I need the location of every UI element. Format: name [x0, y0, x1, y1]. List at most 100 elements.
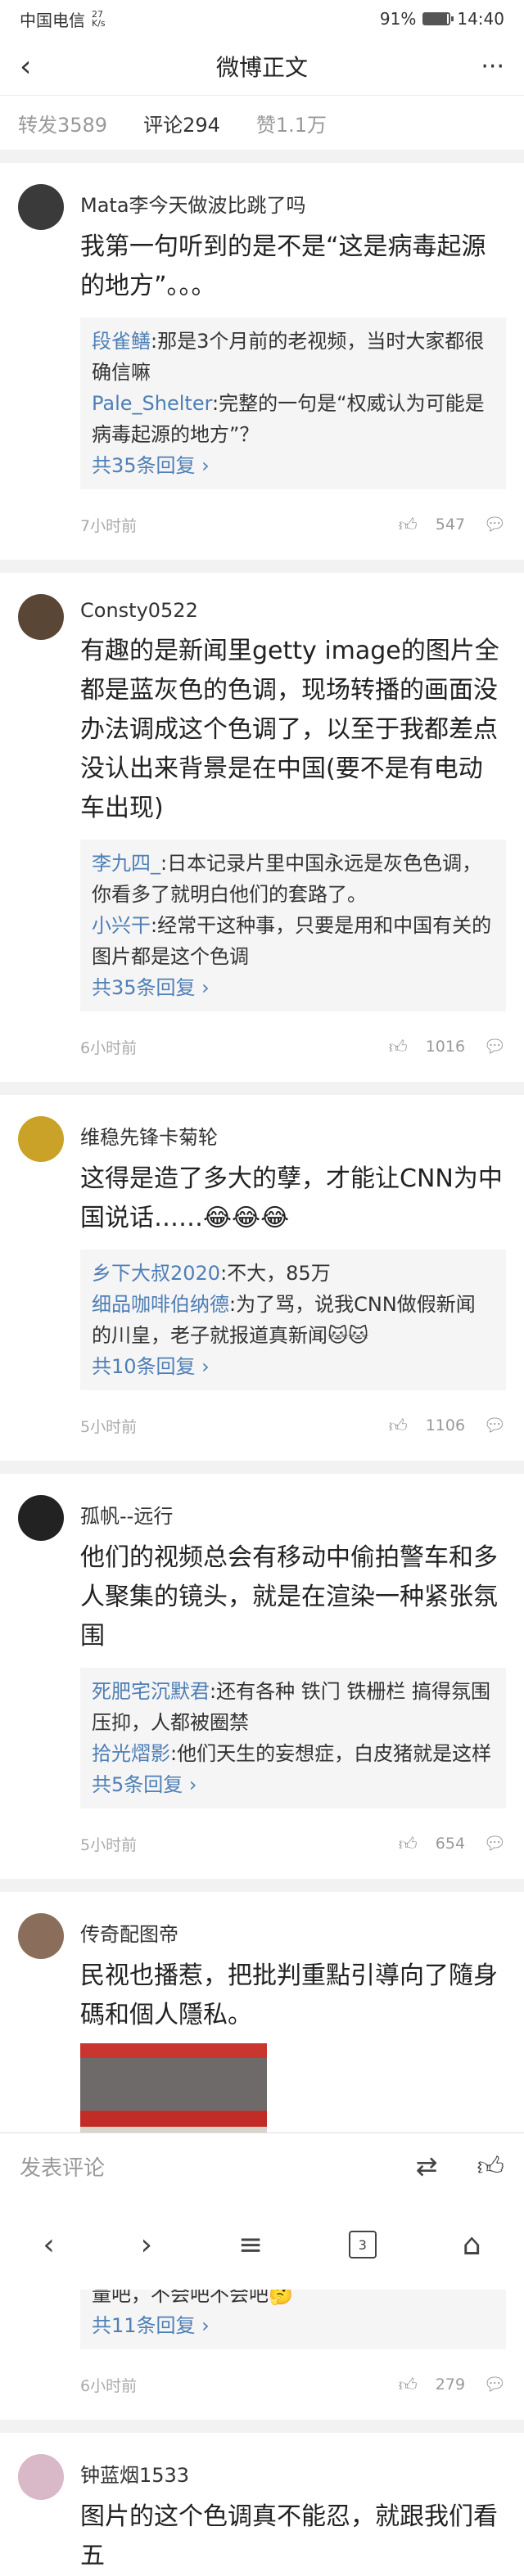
comment-time: 7小时前 — [80, 516, 138, 535]
comment-username[interactable]: Consty0522 — [80, 599, 506, 622]
tab-reposts[interactable]: 转发3589 — [18, 109, 107, 137]
reply-text: :他们天生的妄想症，白皮猪就是这样 — [170, 1742, 492, 1765]
more-replies-link[interactable]: 共35条回复 › — [92, 972, 495, 1003]
comment-footer: 7小时前 👍︎ 547 💬︎ — [80, 489, 506, 560]
reply-user[interactable]: 细品咖啡伯纳德 — [92, 1293, 229, 1316]
avatar[interactable] — [18, 594, 64, 640]
avatar[interactable] — [18, 184, 64, 230]
comment-text: 有趣的是新闻里getty image的图片全都是蓝灰色的色调，现场转播的画面没办… — [80, 637, 499, 822]
reply-item[interactable]: 死肥宅沉默君:还有各种 铁门 铁栅栏 搞得氛围压抑，人都被圈禁 — [92, 1676, 495, 1738]
tabs-count-icon[interactable]: 3 — [348, 2231, 377, 2259]
reply-item[interactable]: Pale_Shelter:完整的一句是“权威认为可能是病毒起源的地方”？ — [92, 388, 495, 450]
like-icon[interactable]: 👍︎ — [399, 1833, 418, 1855]
comment-footer: 5小时前 👍︎ 1106 💬︎ — [80, 1390, 506, 1461]
avatar[interactable] — [18, 1495, 64, 1541]
like-count: 1106 — [425, 1416, 466, 1434]
system-nav: ‹ › ≡ 3 ⌂ — [0, 2200, 524, 2290]
more-replies-link[interactable]: 共10条回复 › — [92, 1351, 495, 1382]
reply-item[interactable]: 小兴干:经常干这种事，只要是用和中国有关的图片都是这个色调 — [92, 910, 495, 972]
comment-icon[interactable]: 💬︎ — [483, 1834, 506, 1854]
comment-text: 他们的视频总会有移动中偷拍警车和多人聚集的镜头，就是在渲染一种紧张氛围 — [80, 1543, 498, 1651]
comment-time: 5小时前 — [80, 1417, 138, 1436]
repost-icon[interactable]: ⇄ — [416, 2150, 438, 2182]
comment-time: 5小时前 — [80, 1835, 138, 1854]
like-count: 279 — [435, 2376, 466, 2394]
comment-text: 我第一句听到的是不是“这是病毒起源的地方”。。。 — [80, 232, 486, 300]
avatar[interactable] — [18, 2454, 64, 2500]
reply-box[interactable]: 段雀鳝:那是3个月前的老视频，当时大家都很确信嘛 Pale_Shelter:完整的… — [80, 317, 506, 489]
tab-comments[interactable]: 评论294 — [143, 109, 220, 137]
comment-item[interactable]: 维稳先锋卡菊轮这得是造了多大的孽，才能让CNN为中国说话……😂😂😂 乡下大叔202… — [0, 1095, 524, 1474]
comment-text: 这得是造了多大的孽，才能让CNN为中国说话……😂😂😂 — [80, 1164, 503, 1232]
like-count: 1016 — [425, 1038, 466, 1056]
comment-username[interactable]: 维稳先锋卡菊轮 — [80, 1121, 506, 1150]
reply-user[interactable]: 李九四_ — [92, 852, 160, 875]
reply-item[interactable]: 段雀鳝:那是3个月前的老视频，当时大家都很确信嘛 — [92, 326, 495, 388]
comment-text: 图片的这个色调真不能忍，就跟我们看五 — [80, 2502, 498, 2570]
comment-input[interactable]: 发表评论 — [20, 2151, 105, 2182]
like-count: 654 — [435, 1835, 466, 1853]
tab-likes[interactable]: 赞1.1万 — [256, 109, 327, 137]
page-title: 微博正文 — [215, 54, 308, 81]
comment-username[interactable]: 传奇配图帝 — [80, 1918, 506, 1947]
comment-time: 6小时前 — [80, 1038, 138, 1057]
comment-username[interactable]: 孤帆--远行 — [80, 1500, 506, 1529]
comment-username[interactable]: Mata李今天做波比跳了吗 — [80, 189, 506, 218]
reply-user[interactable]: 小兴干 — [92, 914, 151, 937]
battery-icon — [422, 12, 454, 25]
like-icon[interactable]: 👍︎ — [399, 514, 418, 536]
net-speed: 27 K/s — [92, 9, 106, 29]
nav-forward-icon[interactable]: › — [141, 2228, 152, 2262]
carrier-label: 中国电信 — [20, 10, 85, 30]
comment-item[interactable]: Mata李今天做波比跳了吗我第一句听到的是不是“这是病毒起源的地方”。。。段雀鳝… — [0, 163, 524, 573]
nav-home-icon[interactable]: ⌂ — [463, 2228, 481, 2262]
back-icon[interactable]: ‹ — [20, 50, 52, 83]
comment-bar: 发表评论 ⇄ 👍︎ — [0, 2132, 524, 2200]
battery-percent: 91% — [379, 9, 417, 29]
reply-user[interactable]: 死肥宅沉默君 — [92, 1680, 210, 1703]
avatar[interactable] — [18, 1913, 64, 1959]
comment-username[interactable]: 钟蓝烟1533 — [80, 2459, 506, 2488]
reply-item[interactable]: 拾光熠影:他们天生的妄想症，白皮猪就是这样 — [92, 1738, 495, 1769]
reply-text: :那是3个月前的老视频，当时大家都很确信嘛 — [92, 330, 485, 384]
comment-footer: 6小时前 👍︎ 1016 💬︎ — [80, 1011, 506, 1082]
reply-user[interactable]: 拾光熠影 — [92, 1742, 170, 1765]
comment-icon[interactable]: 💬︎ — [483, 1037, 506, 1057]
reply-box[interactable]: 死肥宅沉默君:还有各种 铁门 铁栅栏 搞得氛围压抑，人都被圈禁 拾光熠影:他们天生… — [80, 1668, 506, 1808]
nav-menu-icon[interactable]: ≡ — [238, 2228, 263, 2262]
more-replies-link[interactable]: 共5条回复 › — [92, 1769, 495, 1800]
reply-item[interactable]: 细品咖啡伯纳德:为了骂，说我CNN做假新闻的川皇，老子就报道真新闻🐱🐱 — [92, 1289, 495, 1351]
comment-item[interactable]: 钟蓝烟1533 图片的这个色调真不能忍，就跟我们看五 — [0, 2433, 524, 2576]
reply-box[interactable]: 乡下大叔2020:不大，85万 细品咖啡伯纳德:为了骂，说我CNN做假新闻的川皇，… — [80, 1250, 506, 1390]
more-icon[interactable]: ··· — [472, 52, 504, 81]
comment-footer: 5小时前 👍︎ 654 💬︎ — [80, 1808, 506, 1879]
comment-footer: 6小时前 👍︎ 279 💬︎ — [80, 2349, 506, 2420]
comment-time: 6小时前 — [80, 2376, 138, 2395]
reply-user[interactable]: 段雀鳝 — [92, 330, 151, 353]
more-replies-link[interactable]: 共11条回复 › — [92, 2310, 495, 2341]
comment-item[interactable]: Consty0522 有趣的是新闻里getty image的图片全都是蓝灰色的色调… — [0, 573, 524, 1095]
reply-box[interactable]: 李九四_:日本记录片里中国永远是灰色色调，你看多了就明白他们的套路了。 小兴干:经… — [80, 840, 506, 1011]
status-bar: 中国电信 27 K/s 91% 14:40 — [0, 0, 524, 38]
like-icon[interactable]: 👍︎ — [477, 2150, 504, 2182]
comment-text: 民视也播惹，把批判重點引導向了隨身碼和個人隱私。 — [80, 1961, 498, 2029]
more-replies-link[interactable]: 共35条回复 › — [92, 450, 495, 481]
clock: 14:40 — [457, 9, 504, 29]
tab-bar: 转发3589 评论294 赞1.1万 — [0, 96, 524, 163]
like-icon[interactable]: 👍︎ — [389, 1415, 408, 1437]
top-bar: ‹ 微博正文 ··· — [0, 38, 524, 96]
avatar[interactable] — [18, 1116, 64, 1162]
like-icon[interactable]: 👍︎ — [399, 2374, 418, 2396]
nav-back-icon[interactable]: ‹ — [43, 2228, 54, 2262]
comment-icon[interactable]: 💬︎ — [483, 515, 506, 535]
reply-user[interactable]: 乡下大叔2020 — [92, 1262, 220, 1285]
like-icon[interactable]: 👍︎ — [389, 1036, 408, 1058]
like-count: 547 — [435, 516, 466, 534]
reply-item[interactable]: 乡下大叔2020:不大，85万 — [92, 1258, 495, 1289]
reply-user[interactable]: Pale_Shelter — [92, 392, 212, 415]
reply-text: :经常干这种事，只要是用和中国有关的图片都是这个色调 — [92, 914, 492, 968]
comment-icon[interactable]: 💬︎ — [483, 2375, 506, 2395]
comment-icon[interactable]: 💬︎ — [483, 1416, 506, 1436]
reply-item[interactable]: 李九四_:日本记录片里中国永远是灰色色调，你看多了就明白他们的套路了。 — [92, 848, 495, 910]
comment-item[interactable]: 孤帆--远行他们的视频总会有移动中偷拍警车和多人聚集的镜头，就是在渲染一种紧张氛… — [0, 1474, 524, 1892]
